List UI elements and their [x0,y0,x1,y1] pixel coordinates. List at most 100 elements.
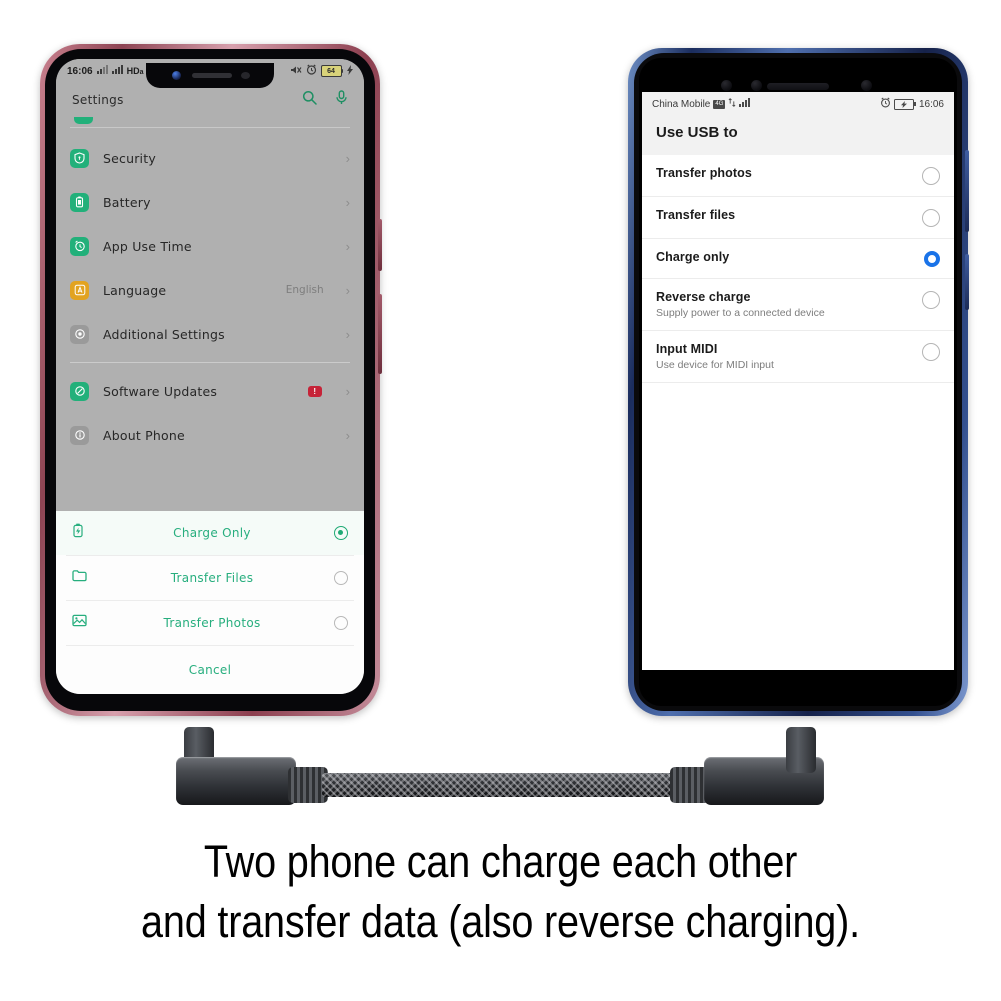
vibrate-mute-icon [290,65,302,78]
usb-option-transfer-files[interactable]: Transfer files [642,197,954,239]
proximity-sensor-icon [241,72,250,79]
radio-button[interactable] [334,571,348,585]
left-phone-volume-button[interactable] [378,294,382,374]
settings-row-value: English [285,284,324,296]
left-phone-power-button[interactable] [378,219,382,271]
earpiece-speaker-icon [192,73,232,78]
radio-button-selected[interactable] [924,251,940,267]
battery-charge-icon [72,523,90,543]
update-badge: ! [307,385,322,397]
left-phone-screen: 16:06 HDa 64 Settings Security › Battery… [56,59,364,694]
settings-row-additional-settings[interactable]: Additional Settings › [56,312,364,356]
usb-option-subtitle: Supply power to a connected device [656,307,825,319]
usb-option-input-midi[interactable]: Input MIDI Use device for MIDI input [642,331,954,383]
light-sensor-icon [861,80,872,91]
usb-option-reverse-charge[interactable]: Reverse charge Supply power to a connect… [642,279,954,331]
settings-row-label: Software Updates [103,383,218,399]
battery-icon: 64 [320,65,343,77]
chevron-right-icon: › [345,282,350,298]
battery-icon [70,192,89,212]
right-phone-screen: China Mobile 4G 16:06 Use USB to Transfe… [642,92,954,670]
usb-mode-bottom-sheet[interactable]: Charge Only Transfer Files Transfer Phot… [56,511,364,694]
chevron-right-icon: › [345,238,350,254]
right-phone-volume-button[interactable] [965,254,969,310]
usb-option-charge-only[interactable]: Charge Only [56,511,364,555]
cancel-button[interactable]: Cancel [56,646,364,694]
caption-line-1: Two phone can charge each other [203,836,798,887]
usb-cable [170,727,830,830]
alarm-clock-icon [880,97,891,111]
page-title: Use USB to [656,124,738,141]
right-connector-neck [786,727,816,773]
front-camera-icon [751,80,762,91]
right-phone: China Mobile 4G 16:06 Use USB to Transfe… [628,48,969,716]
photo-icon [72,614,90,632]
right-status-bar: China Mobile 4G 16:06 [642,92,954,116]
letter-a-icon [70,280,89,300]
usb-option-charge-only[interactable]: Charge only [642,239,954,279]
settings-row-label: Language [103,282,167,298]
signal-bars-icon-2 [111,65,123,77]
clock-icon [70,236,89,256]
usb-option-label: Charge only [656,250,730,264]
usb-option-transfer-files[interactable]: Transfer Files [56,556,364,600]
settings-row-label: About Phone [103,427,185,443]
scrolled-partial-row [56,117,364,127]
alarm-clock-icon [306,64,317,78]
radio-button[interactable] [922,209,940,227]
radio-button[interactable] [922,291,940,309]
settings-row-label: Additional Settings [103,326,225,342]
charging-bolt-icon [347,64,353,78]
front-camera-icon [172,71,181,80]
usb-option-transfer-photos[interactable]: Transfer photos [642,155,954,197]
signal-bars-icon [739,98,751,110]
settings-row-security[interactable]: Security › [56,136,364,180]
chevron-right-icon: › [345,326,350,342]
product-photo-scene: 16:06 HDa 64 Settings Security › Battery… [0,0,1001,1001]
data-transfer-icon [728,98,736,110]
usb-option-label: Transfer photos [656,166,752,180]
settings-row-label: App Use Time [103,238,192,254]
settings-row-label: Security [103,150,156,166]
folder-icon [72,569,90,587]
network-4g-badge: 4G [713,99,726,109]
radio-button[interactable] [922,343,940,361]
usb-option-label: Reverse charge [656,290,751,304]
chevron-right-icon: › [345,427,350,443]
earpiece-speaker-icon [767,83,829,90]
settings-row-language[interactable]: Language English › [56,268,364,312]
usb-dialog-header: Use USB to [642,116,954,155]
caption-line-2: and transfer data (also reverse charging… [141,896,860,948]
radio-button[interactable] [922,167,940,185]
settings-app-bar: Settings [56,83,364,117]
radio-button-selected[interactable] [334,526,348,540]
usb-option-label: Transfer Files [170,571,254,585]
usb-option-transfer-photos[interactable]: Transfer Photos [56,601,364,645]
search-icon[interactable] [302,90,317,110]
settings-list[interactable]: Security › Battery › App Use Time › Lang… [56,117,364,457]
usb-option-subtitle: Use device for MIDI input [656,359,774,371]
refresh-icon [70,381,89,401]
radio-button[interactable] [334,616,348,630]
left-phone: 16:06 HDa 64 Settings Security › Battery… [40,44,382,716]
dot-disc-icon [70,324,89,344]
settings-row-about-phone[interactable]: About Phone › [56,413,364,457]
microphone-icon[interactable] [335,90,348,110]
status-time: 16:06 [67,65,93,77]
usb-options-list[interactable]: Transfer photos Transfer files Charge on… [642,155,954,383]
list-group-divider [70,362,350,363]
info-icon [70,425,89,445]
battery-charging-icon [894,98,916,110]
chevron-right-icon: › [345,194,350,210]
usb-option-label: Input MIDI [656,342,718,356]
settings-row-software-updates[interactable]: Software Updates ! › [56,369,364,413]
caption: Two phone can charge each other and tran… [0,832,1001,953]
left-phone-notch [146,63,274,88]
usb-option-label: Transfer Photos [163,616,261,630]
settings-row-app-use-time[interactable]: App Use Time › [56,224,364,268]
page-title: Settings [72,93,124,107]
cable-braid [322,773,678,797]
right-phone-power-button[interactable] [965,150,969,232]
settings-row-battery[interactable]: Battery › [56,180,364,224]
carrier-label: China Mobile [652,98,711,110]
